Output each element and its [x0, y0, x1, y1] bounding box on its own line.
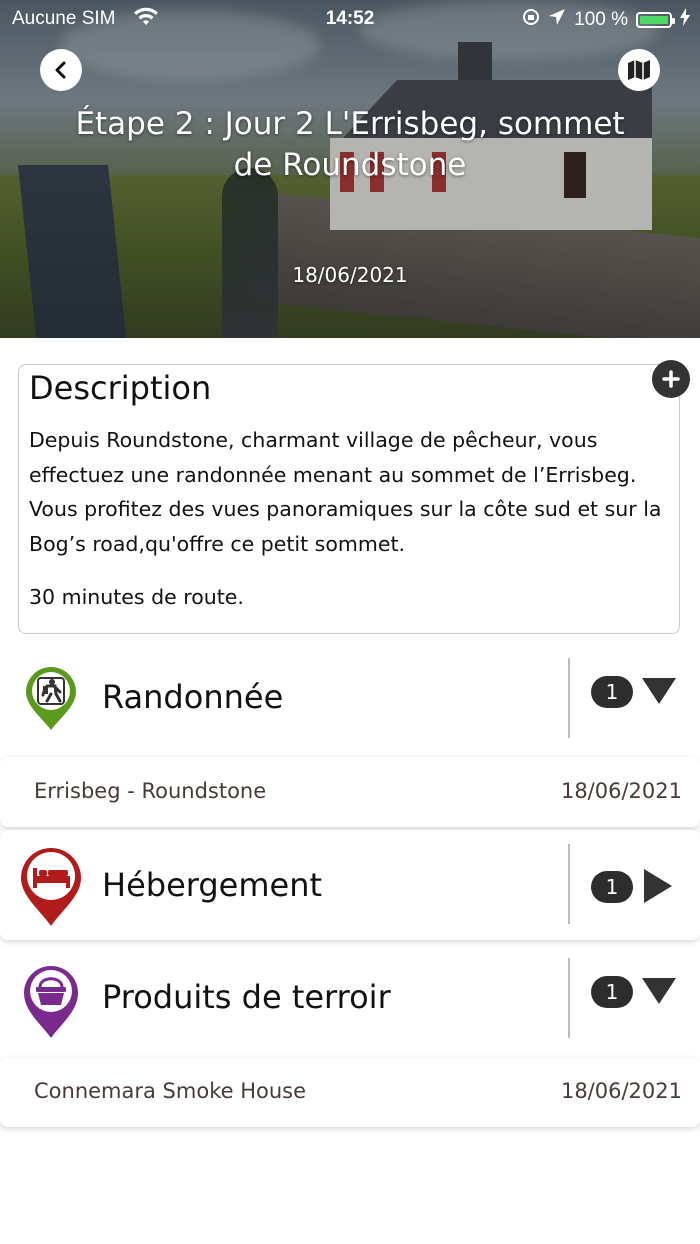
- expand-description-button[interactable]: [652, 360, 690, 398]
- item-date: 18/06/2021: [560, 1079, 682, 1103]
- category-count-badge: 1: [591, 676, 633, 708]
- category-row-randonnee[interactable]: Randonnée 1: [0, 652, 700, 752]
- description-text: Depuis Roundstone, charmant village de p…: [29, 428, 662, 556]
- category-count-badge: 1: [591, 871, 633, 903]
- back-button[interactable]: [40, 49, 82, 91]
- chevron-right-icon[interactable]: [642, 868, 674, 908]
- hiker-icon: [14, 664, 88, 738]
- description-travel-time: 30 minutes de route.: [29, 585, 244, 609]
- charging-icon: [680, 8, 690, 32]
- status-bar: Aucune SIM 14:52 100 %: [0, 0, 700, 36]
- chevron-down-icon[interactable]: [641, 976, 677, 1010]
- list-item[interactable]: Errisbeg - Roundstone 18/06/2021: [0, 757, 700, 827]
- chevron-left-icon: [55, 61, 66, 79]
- location-icon: [548, 8, 566, 32]
- bed-icon: [14, 840, 88, 932]
- category-row-produits-de-terroir[interactable]: Produits de terroir 1: [0, 952, 700, 1050]
- item-date: 18/06/2021: [560, 779, 682, 803]
- item-name: Errisbeg - Roundstone: [34, 779, 267, 803]
- map-button[interactable]: [618, 49, 660, 91]
- list-item[interactable]: Connemara Smoke House 18/06/2021: [0, 1057, 700, 1127]
- page-title: Étape 2 : Jour 2 L'Errisbeg, sommet de R…: [75, 106, 625, 183]
- category-row-hebergement[interactable]: Hébergement 1: [0, 830, 700, 940]
- category-label: Produits de terroir: [102, 978, 391, 1016]
- category-label: Randonnée: [102, 678, 284, 716]
- battery-icon: [636, 12, 675, 28]
- description-card: Description Depuis Roundstone, charmant …: [18, 364, 680, 634]
- item-name: Connemara Smoke House: [34, 1079, 307, 1103]
- description-title: Description: [29, 369, 212, 407]
- orientation-lock-icon: [522, 8, 540, 32]
- chevron-down-icon[interactable]: [641, 676, 677, 710]
- category-count-badge: 1: [591, 976, 633, 1008]
- battery-percent: 100 %: [574, 9, 628, 30]
- map-icon: [628, 60, 650, 80]
- stage-date: 18/06/2021: [292, 263, 408, 287]
- basket-icon: [14, 958, 88, 1044]
- category-label: Hébergement: [102, 866, 323, 904]
- plus-icon: [662, 370, 680, 388]
